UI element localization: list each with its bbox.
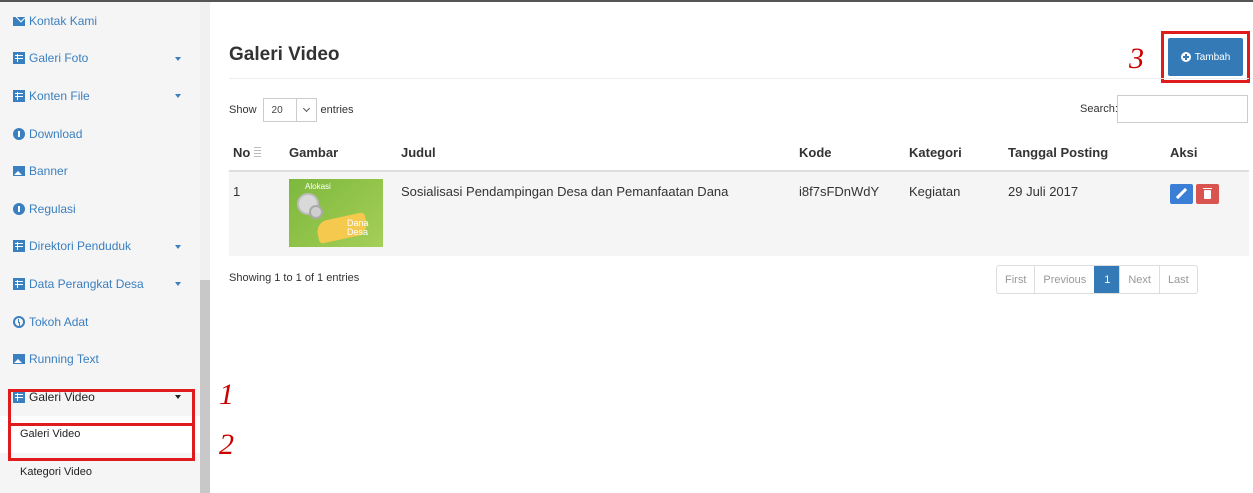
sidebar-item-label: Data Perangkat Desa: [29, 276, 144, 291]
sidebar-subitem-label: Kategori Video: [20, 465, 92, 478]
annotation-box-2: [8, 423, 195, 461]
sidebar-item-banner[interactable]: Banner: [0, 152, 200, 190]
column-header-kategori[interactable]: Kategori: [905, 134, 1004, 172]
sidebar-item-direktori-penduduk[interactable]: Direktori Penduduk: [0, 228, 200, 266]
sidebar-item-label: Download: [29, 126, 83, 141]
caret-down-icon: [175, 282, 181, 287]
sidebar-item-galeri-foto[interactable]: Galeri Foto: [0, 40, 200, 78]
sidebar-item-tokoh-adat[interactable]: Tokoh Adat: [0, 303, 200, 341]
search-label: Search:: [1080, 103, 1118, 115]
column-header-gambar[interactable]: Gambar: [285, 134, 397, 172]
sort-icon[interactable]: [254, 146, 262, 158]
table-header-row: No Gambar Judul Kode Kategori Tanggal Po…: [229, 134, 1249, 172]
list-icon: [13, 52, 25, 65]
annotation-box-1: [8, 389, 195, 426]
annotation-number-1: 1: [219, 378, 234, 411]
sidebar-item-running-text[interactable]: Running Text: [0, 340, 200, 378]
list-icon: [13, 277, 25, 290]
search-input[interactable]: [1117, 95, 1248, 123]
caret-down-icon: [175, 94, 181, 99]
image-icon: [13, 354, 25, 365]
length-control: Show 20 entries: [229, 98, 354, 122]
column-header-tanggal-posting[interactable]: Tanggal Posting: [1004, 134, 1166, 172]
table-info: Showing 1 to 1 of 1 entries: [229, 272, 360, 284]
list-icon: [13, 240, 25, 253]
pagination-last[interactable]: Last: [1158, 266, 1197, 293]
sidebar-item-download[interactable]: Download: [0, 115, 200, 153]
sidebar-item-regulasi[interactable]: Regulasi: [0, 190, 200, 228]
page-title: Galeri Video: [229, 44, 340, 65]
divider: [229, 78, 1249, 79]
caret-down-icon: [175, 244, 181, 249]
sidebar-scrollbar[interactable]: [200, 2, 210, 493]
annotation-number-2: 2: [219, 428, 234, 461]
caret-down-icon: [175, 56, 181, 61]
sidebar-item-label: Kontak Kami: [29, 13, 98, 28]
pagination-first[interactable]: First: [997, 266, 1034, 293]
sidebar-item-data-perangkat-desa[interactable]: Data Perangkat Desa: [0, 265, 200, 303]
entries-select-toggle[interactable]: [296, 98, 317, 122]
sidebar-item-label: Tokoh Adat: [29, 314, 89, 329]
info-circle-icon: [13, 202, 25, 215]
cell-kode: i8f7sFDnWdY: [795, 171, 905, 256]
clock-icon: [13, 315, 25, 328]
annotation-number-3: 3: [1129, 42, 1144, 75]
pagination-previous[interactable]: Previous: [1034, 266, 1094, 293]
sidebar-item-label: Direktori Penduduk: [29, 239, 132, 254]
cell-tanggal: 29 Juli 2017: [1004, 171, 1166, 256]
sidebar-item-label: Running Text: [29, 352, 99, 367]
sidebar-item-konten-file[interactable]: Konten File: [0, 77, 200, 115]
delete-button[interactable]: [1196, 184, 1219, 204]
pagination: First Previous 1 Next Last: [996, 265, 1198, 294]
table-row: 1 Alokasi Dana Desa Sosialisasi Pendampi…: [229, 171, 1249, 256]
column-header-kode[interactable]: Kode: [795, 134, 905, 172]
video-table: No Gambar Judul Kode Kategori Tanggal Po…: [229, 134, 1249, 256]
sidebar-item-label: Banner: [29, 164, 68, 179]
envelope-icon: [13, 16, 25, 26]
add-button[interactable]: Tambah: [1168, 38, 1243, 76]
sidebar-item-kontak-kami[interactable]: Kontak Kami: [0, 2, 200, 40]
entries-select[interactable]: 20: [262, 98, 297, 122]
pagination-page-1[interactable]: 1: [1094, 266, 1120, 293]
sidebar-item-label: Konten File: [29, 88, 90, 103]
entries-select-value: 20: [271, 104, 283, 116]
column-header-judul[interactable]: Judul: [397, 134, 795, 172]
cell-kategori: Kegiatan: [905, 171, 1004, 256]
cell-no: 1: [229, 171, 285, 256]
scrollbar-thumb[interactable]: [200, 280, 210, 493]
column-header-aksi: Aksi: [1166, 134, 1249, 172]
sidebar-item-label: Galeri Foto: [29, 51, 89, 66]
cell-judul: Sosialisasi Pendampingan Desa dan Pemanf…: [397, 171, 795, 256]
plus-circle-icon: [1180, 52, 1191, 62]
cell-gambar: Alokasi Dana Desa: [285, 171, 397, 256]
sidebar-item-label: Regulasi: [29, 201, 76, 216]
list-icon: [13, 89, 25, 102]
edit-button[interactable]: [1170, 184, 1193, 204]
column-header-no[interactable]: No: [229, 134, 285, 172]
chevron-down-icon: [302, 104, 310, 113]
add-button-label: Tambah: [1194, 51, 1231, 63]
show-label: Show: [229, 104, 257, 116]
entries-label: entries: [320, 104, 354, 116]
pagination-next[interactable]: Next: [1119, 266, 1159, 293]
image-icon: [13, 166, 25, 177]
cell-aksi: [1166, 171, 1249, 256]
video-thumbnail[interactable]: Alokasi Dana Desa: [289, 179, 383, 247]
info-circle-icon: [13, 127, 25, 140]
